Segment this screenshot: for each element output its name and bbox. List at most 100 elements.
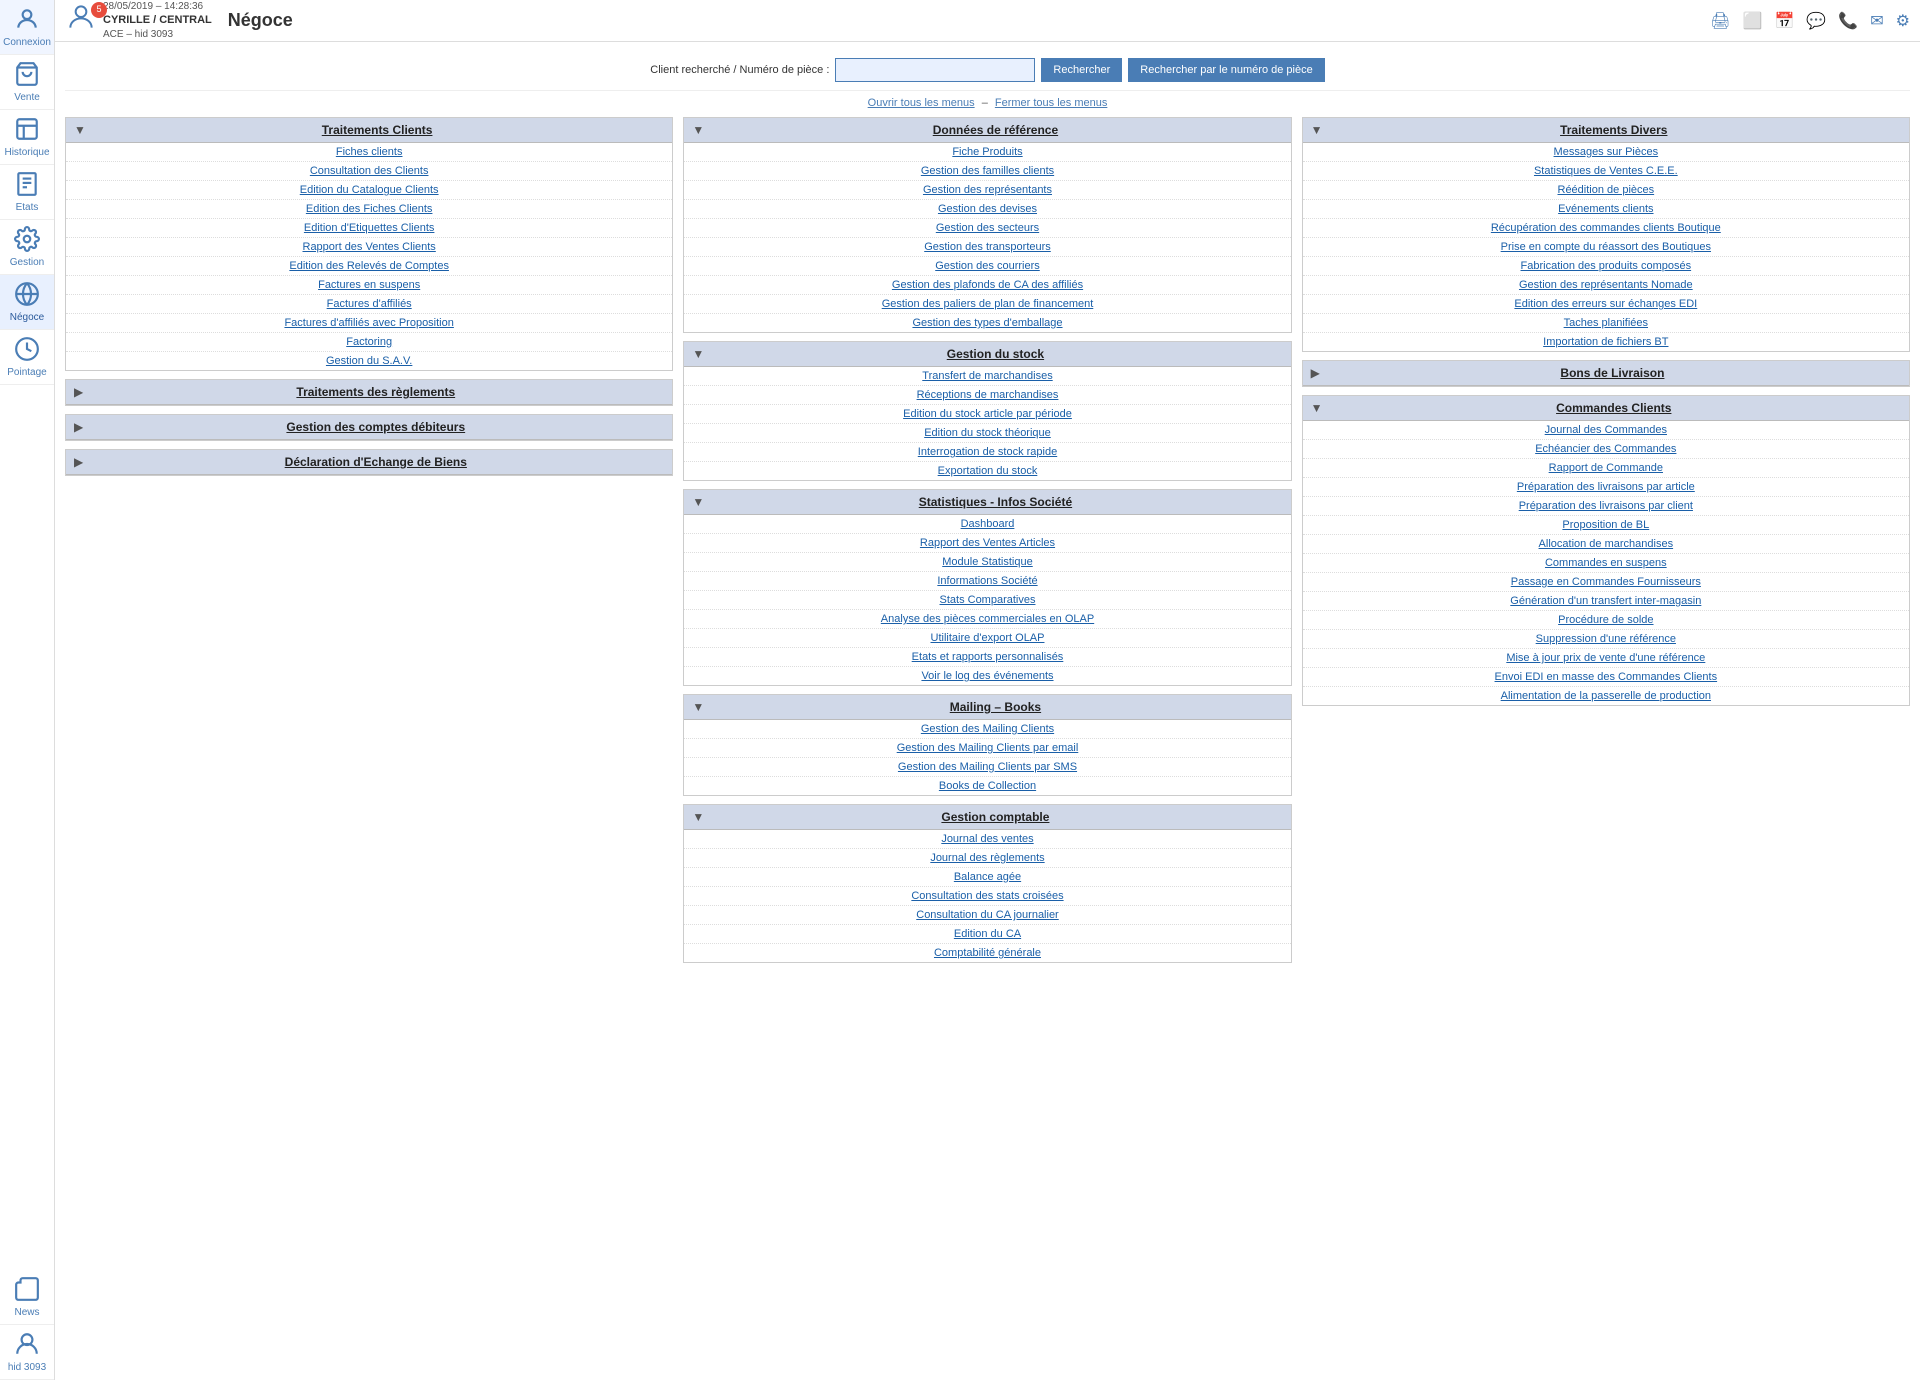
menu-item[interactable]: Voir le log des événements — [684, 667, 1290, 685]
section-header-gestion-comptes[interactable]: ▶Gestion des comptes débiteurs — [66, 415, 672, 440]
menu-item[interactable]: Books de Collection — [684, 777, 1290, 795]
menu-item[interactable]: Edition du stock article par période — [684, 405, 1290, 424]
menu-item[interactable]: Gestion des familles clients — [684, 162, 1290, 181]
settings-icon[interactable]: ⚙ — [1896, 11, 1910, 31]
menu-item[interactable]: Messages sur Pièces — [1303, 143, 1909, 162]
email-icon[interactable]: ✉ — [1870, 11, 1883, 31]
sidebar-item-historique[interactable]: Historique — [0, 110, 54, 165]
section-header-statistiques[interactable]: ▼Statistiques - Infos Société — [684, 490, 1290, 515]
menu-item[interactable]: Exportation du stock — [684, 462, 1290, 480]
menu-item[interactable]: Edition des Relevés de Comptes — [66, 257, 672, 276]
menu-item[interactable]: Rapport des Ventes Articles — [684, 534, 1290, 553]
menu-item[interactable]: Etats et rapports personnalisés — [684, 648, 1290, 667]
sidebar-item-etats[interactable]: Etats — [0, 165, 54, 220]
sidebar-item-news[interactable]: News — [0, 1270, 54, 1325]
menu-item[interactable]: Edition du stock théorique — [684, 424, 1290, 443]
menu-item[interactable]: Journal des ventes — [684, 830, 1290, 849]
menu-item[interactable]: Fiche Produits — [684, 143, 1290, 162]
menu-item[interactable]: Consultation des stats croisées — [684, 887, 1290, 906]
menu-item[interactable]: Stats Comparatives — [684, 591, 1290, 610]
section-header-bons-livraison[interactable]: ▶Bons de Livraison — [1303, 361, 1909, 386]
menu-item[interactable]: Gestion des représentants Nomade — [1303, 276, 1909, 295]
calendar-icon[interactable]: 📅 — [1774, 11, 1794, 31]
print-icon[interactable]: 🖨 — [1710, 11, 1730, 31]
menu-item[interactable]: Edition d'Etiquettes Clients — [66, 219, 672, 238]
menu-item[interactable]: Transfert de marchandises — [684, 367, 1290, 386]
menu-item[interactable]: Dashboard — [684, 515, 1290, 534]
menu-item[interactable]: Evénements clients — [1303, 200, 1909, 219]
menu-item[interactable]: Mise à jour prix de vente d'une référenc… — [1303, 649, 1909, 668]
menu-item[interactable]: Module Statistique — [684, 553, 1290, 572]
menu-item[interactable]: Réédition de pièces — [1303, 181, 1909, 200]
menu-item[interactable]: Fiches clients — [66, 143, 672, 162]
search-button[interactable]: Rechercher — [1041, 58, 1122, 82]
menu-item[interactable]: Gestion des représentants — [684, 181, 1290, 200]
menu-item[interactable]: Factures d'affiliés avec Proposition — [66, 314, 672, 333]
menu-item[interactable]: Edition des Fiches Clients — [66, 200, 672, 219]
section-header-traitements-divers[interactable]: ▼Traitements Divers — [1303, 118, 1909, 143]
menu-item[interactable]: Préparation des livraisons par article — [1303, 478, 1909, 497]
menu-item[interactable]: Utilitaire d'export OLAP — [684, 629, 1290, 648]
menu-item[interactable]: Edition des erreurs sur échanges EDI — [1303, 295, 1909, 314]
section-header-gestion-comptable[interactable]: ▼Gestion comptable — [684, 805, 1290, 830]
open-all-menus-link[interactable]: Ouvrir tous les menus — [868, 97, 975, 109]
section-header-declaration-echange[interactable]: ▶Déclaration d'Echange de Biens — [66, 450, 672, 475]
menu-item[interactable]: Gestion des types d'emballage — [684, 314, 1290, 332]
sidebar-item-pointage[interactable]: Pointage — [0, 330, 54, 385]
menu-item[interactable]: Rapport de Commande — [1303, 459, 1909, 478]
search-input[interactable] — [835, 58, 1035, 82]
section-header-mailing-books[interactable]: ▼Mailing – Books — [684, 695, 1290, 720]
menu-item[interactable]: Analyse des pièces commerciales en OLAP — [684, 610, 1290, 629]
menu-item[interactable]: Commandes en suspens — [1303, 554, 1909, 573]
menu-item[interactable]: Edition du Catalogue Clients — [66, 181, 672, 200]
menu-item[interactable]: Génération d'un transfert inter-magasin — [1303, 592, 1909, 611]
sms-icon[interactable]: 💬 — [1806, 11, 1826, 31]
close-all-menus-link[interactable]: Fermer tous les menus — [995, 97, 1107, 109]
section-header-donnees-reference[interactable]: ▼Données de référence — [684, 118, 1290, 143]
section-header-traitements-clients[interactable]: ▼Traitements Clients — [66, 118, 672, 143]
menu-item[interactable]: Préparation des livraisons par client — [1303, 497, 1909, 516]
phone-icon[interactable]: 📞 — [1838, 11, 1858, 31]
menu-item[interactable]: Echéancier des Commandes — [1303, 440, 1909, 459]
menu-item[interactable]: Factoring — [66, 333, 672, 352]
menu-item[interactable]: Gestion des Mailing Clients par email — [684, 739, 1290, 758]
menu-item[interactable]: Statistiques de Ventes C.E.E. — [1303, 162, 1909, 181]
window-icon[interactable]: ⬜ — [1743, 11, 1763, 31]
section-header-traitements-reglements[interactable]: ▶Traitements des règlements — [66, 380, 672, 405]
sidebar-item-hid[interactable]: hid 3093 — [0, 1325, 54, 1380]
menu-item[interactable]: Edition du CA — [684, 925, 1290, 944]
menu-item[interactable]: Récupération des commandes clients Bouti… — [1303, 219, 1909, 238]
menu-item[interactable]: Prise en compte du réassort des Boutique… — [1303, 238, 1909, 257]
menu-item[interactable]: Consultation des Clients — [66, 162, 672, 181]
menu-item[interactable]: Journal des Commandes — [1303, 421, 1909, 440]
menu-item[interactable]: Interrogation de stock rapide — [684, 443, 1290, 462]
menu-item[interactable]: Journal des règlements — [684, 849, 1290, 868]
menu-item[interactable]: Consultation du CA journalier — [684, 906, 1290, 925]
menu-item[interactable]: Rapport des Ventes Clients — [66, 238, 672, 257]
menu-item[interactable]: Alimentation de la passerelle de product… — [1303, 687, 1909, 705]
menu-item[interactable]: Gestion des courriers — [684, 257, 1290, 276]
search-by-num-button[interactable]: Rechercher par le numéro de pièce — [1128, 58, 1324, 82]
menu-item[interactable]: Gestion des paliers de plan de financeme… — [684, 295, 1290, 314]
menu-item[interactable]: Fabrication des produits composés — [1303, 257, 1909, 276]
menu-item[interactable]: Réceptions de marchandises — [684, 386, 1290, 405]
menu-item[interactable]: Balance agée — [684, 868, 1290, 887]
section-header-commandes-clients[interactable]: ▼Commandes Clients — [1303, 396, 1909, 421]
menu-item[interactable]: Gestion des Mailing Clients par SMS — [684, 758, 1290, 777]
menu-item[interactable]: Passage en Commandes Fournisseurs — [1303, 573, 1909, 592]
sidebar-item-connexion[interactable]: Connexion — [0, 0, 54, 55]
section-header-gestion-stock[interactable]: ▼Gestion du stock — [684, 342, 1290, 367]
sidebar-item-vente[interactable]: Vente — [0, 55, 54, 110]
menu-item[interactable]: Gestion des secteurs — [684, 219, 1290, 238]
menu-item[interactable]: Importation de fichiers BT — [1303, 333, 1909, 351]
menu-item[interactable]: Taches planifiées — [1303, 314, 1909, 333]
sidebar-item-negoce[interactable]: Négoce — [0, 275, 54, 330]
menu-item[interactable]: Gestion des Mailing Clients — [684, 720, 1290, 739]
menu-item[interactable]: Gestion des plafonds de CA des affiliés — [684, 276, 1290, 295]
menu-item[interactable]: Informations Société — [684, 572, 1290, 591]
menu-item[interactable]: Envoi EDI en masse des Commandes Clients — [1303, 668, 1909, 687]
menu-item[interactable]: Proposition de BL — [1303, 516, 1909, 535]
menu-item[interactable]: Allocation de marchandises — [1303, 535, 1909, 554]
menu-item[interactable]: Factures en suspens — [66, 276, 672, 295]
menu-item[interactable]: Suppression d'une référence — [1303, 630, 1909, 649]
